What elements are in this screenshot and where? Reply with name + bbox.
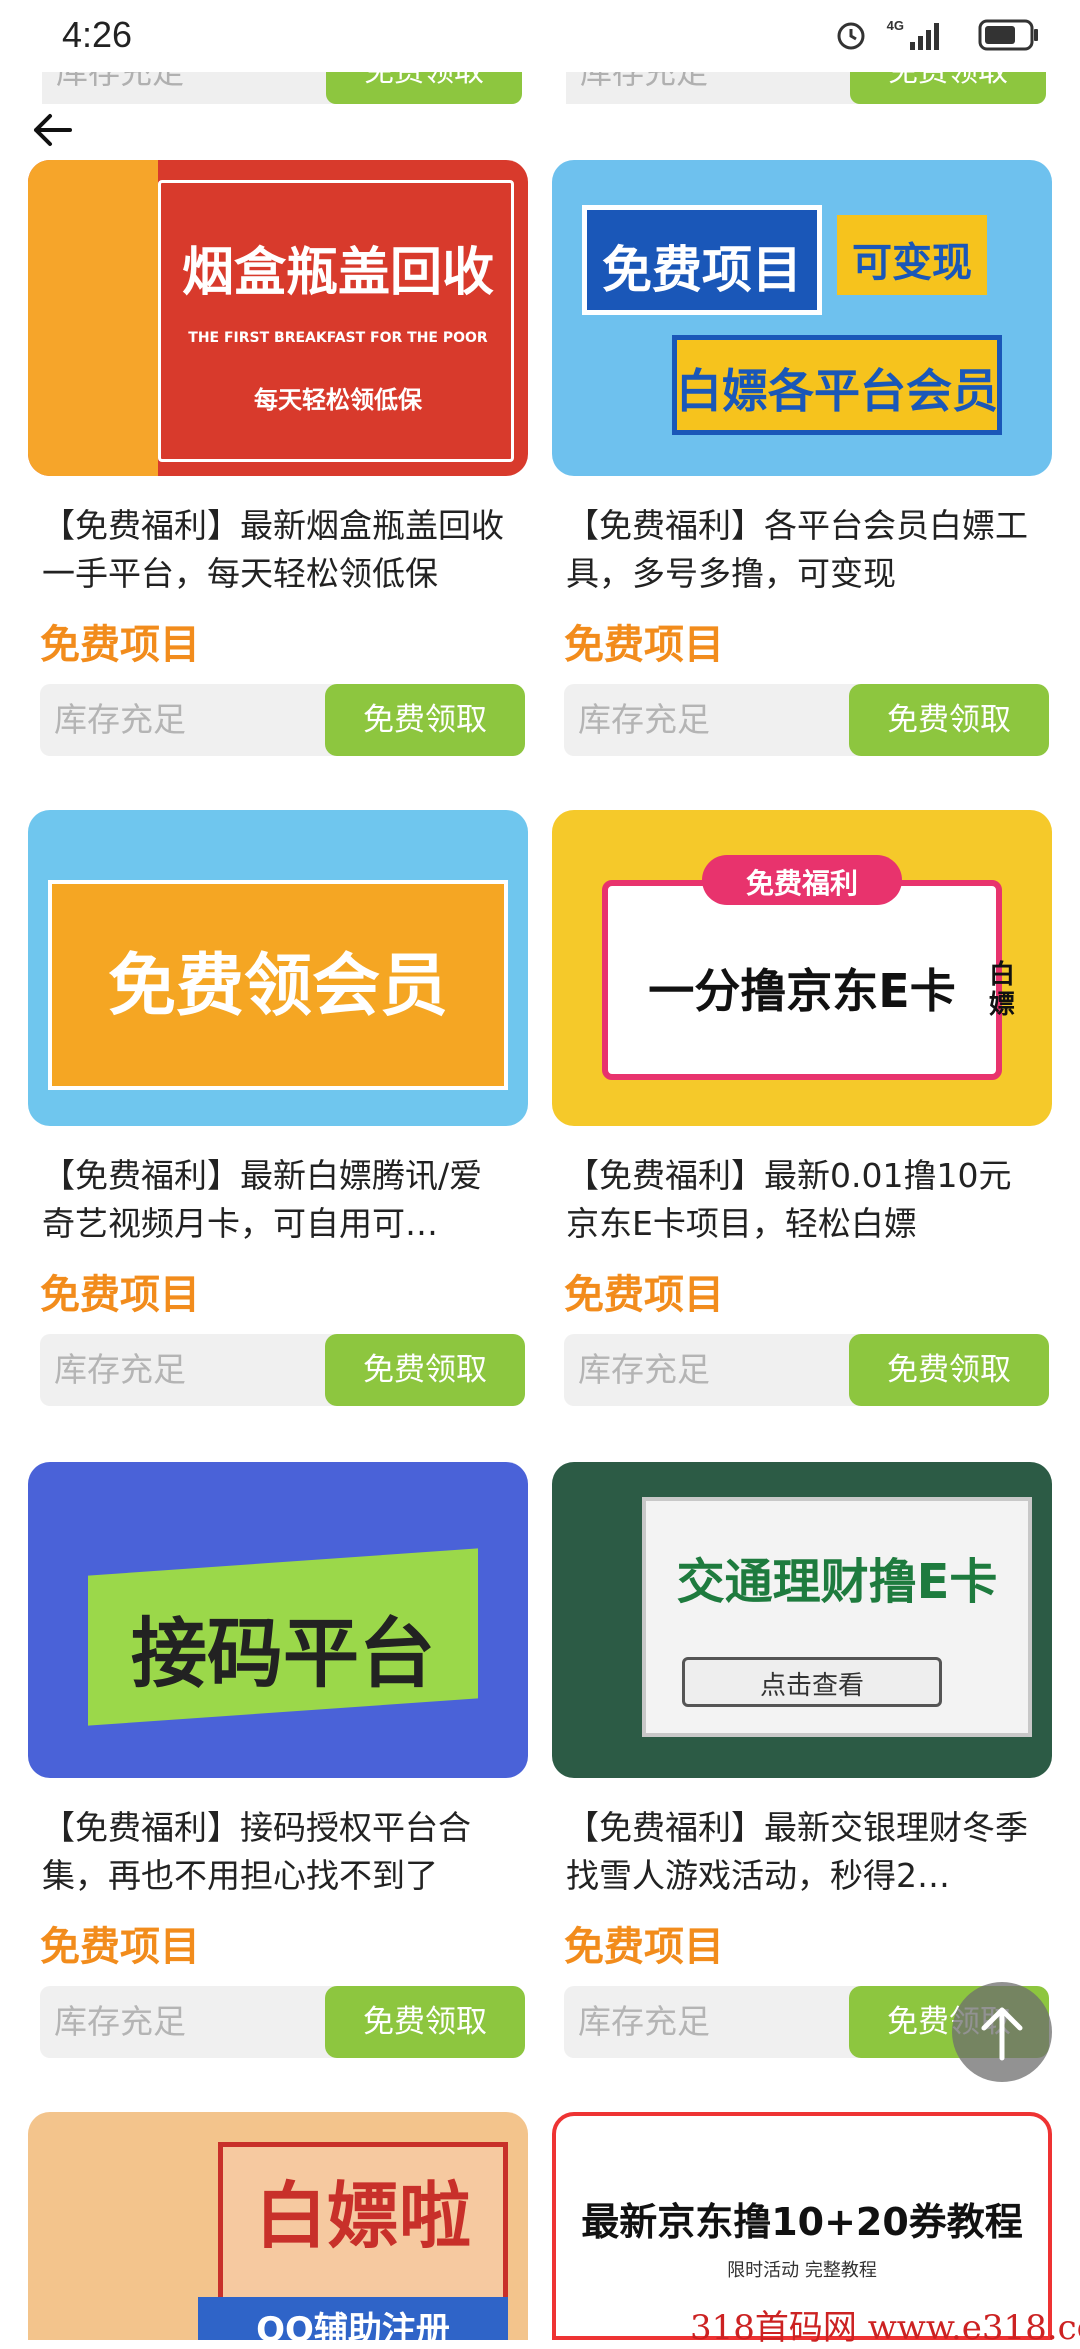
product-title: 【免费福利】最新0.01撸10元京东E卡项目，轻松白嫖: [566, 1156, 1012, 1243]
product-title: 【免费福利】接码授权平台合集，再也不用担心找不到了: [42, 1808, 471, 1895]
stock-label: 库存充足: [564, 1986, 864, 2058]
signal-icon: [910, 23, 939, 50]
thumb-main-text: 交通理财撸E卡: [676, 1554, 998, 1610]
watermark: 318首码网 www.e318.com: [690, 2308, 1080, 2348]
status-time: 4:26: [62, 14, 133, 55]
get-free-button[interactable]: 免费领取: [325, 1986, 525, 2058]
product-tag: 免费项目: [564, 1924, 724, 1970]
product-thumbnail[interactable]: 免费领会员: [28, 810, 528, 1126]
product-thumbnail[interactable]: 交通理财撸E卡 点击查看: [552, 1462, 1052, 1778]
thumb-sub2-text: 每天轻松领低保: [254, 386, 422, 414]
product-tag: 免费项目: [40, 622, 200, 668]
get-free-button[interactable]: 免费领取: [325, 684, 525, 756]
status-icons: 4G: [837, 16, 1040, 56]
stock-label: 库存充足: [564, 1334, 864, 1406]
thumb-main-text: 烟盒瓶盖回收: [181, 243, 494, 303]
product-card[interactable]: 免费项目 可变现 白嫖各平台会员 【免费福利】各平台会员白嫖工具，多号多撸，可变…: [552, 160, 1052, 756]
product-card[interactable]: 免费领会员 【免费福利】最新白嫖腾讯/爱奇艺视频月卡，可自用可… 免费项目 库存…: [28, 810, 528, 1406]
scroll-to-top-button[interactable]: [952, 1982, 1052, 2082]
thumb-main-text: 白嫖啦: [254, 2174, 471, 2258]
product-thumbnail[interactable]: 免费项目 可变现 白嫖各平台会员: [552, 160, 1052, 476]
thumb-sub-text: 点击查看: [759, 1671, 864, 1701]
product-thumbnail[interactable]: 白嫖啦 QQ辅助注册: [28, 2112, 528, 2340]
thumb-main-text: 接码平台: [131, 1609, 435, 1698]
thumb-main-text: 免费项目: [602, 241, 802, 299]
product-tag: 免费项目: [40, 1924, 200, 1970]
product-title: 【免费福利】各平台会员白嫖工具，多号多撸，可变现: [566, 506, 1028, 593]
action-bar: 库存充足 免费领取: [564, 1334, 1049, 1406]
get-free-button[interactable]: 免费领取: [325, 1334, 525, 1406]
stock-label: 库存充足: [40, 1334, 340, 1406]
product-tag: 免费项目: [564, 1272, 724, 1318]
thumb-sub-text: QQ辅助注册: [256, 2310, 450, 2340]
back-arrow-icon[interactable]: [30, 108, 74, 152]
thumb-sub-text: 限时活动 完整教程: [727, 2260, 877, 2281]
product-title: 【免费福利】最新烟盒瓶盖回收一手平台，每天轻松领低保: [42, 506, 504, 593]
action-bar: 库存充足 免费领取: [40, 1334, 525, 1406]
battery-icon: [978, 19, 1038, 51]
thumb-badge: 可变现: [852, 240, 972, 286]
product-thumbnail[interactable]: 免费福利 一分撸京东E卡 白嫖: [552, 810, 1052, 1126]
alarm-icon: [837, 22, 865, 50]
product-tag: 免费项目: [40, 1272, 200, 1318]
product-card[interactable]: 接码平台 【免费福利】接码授权平台合集，再也不用担心找不到了 免费项目 库存充足…: [28, 1462, 528, 2058]
thumb-sub-text: THE FIRST BREAKFAST FOR THE POOR: [188, 330, 488, 346]
stock-label: 库存充足: [564, 684, 864, 756]
product-card[interactable]: 交通理财撸E卡 点击查看 【免费福利】最新交银理财冬季找雪人游戏活动，秒得2… …: [552, 1462, 1052, 2058]
status-bar: 4:26 4G: [0, 0, 1080, 72]
product-thumbnail[interactable]: 烟盒瓶盖回收 THE FIRST BREAKFAST FOR THE POOR …: [28, 160, 528, 476]
arrow-up-icon: [981, 2007, 1023, 2061]
thumb-main-text: 一分撸京东E卡: [648, 964, 956, 1018]
product-thumbnail[interactable]: 接码平台: [28, 1462, 528, 1778]
action-bar: 库存充足 免费领取: [564, 684, 1049, 756]
thumb-main-text: 免费领会员: [107, 947, 448, 1026]
product-title: 【免费福利】最新白嫖腾讯/爱奇艺视频月卡，可自用可…: [42, 1156, 483, 1243]
product-card[interactable]: 烟盒瓶盖回收 THE FIRST BREAKFAST FOR THE POOR …: [28, 160, 528, 756]
get-free-button[interactable]: 免费领取: [849, 1334, 1049, 1406]
product-title: 【免费福利】最新交银理财冬季找雪人游戏活动，秒得2…: [566, 1808, 1028, 1895]
network-label: 4G: [886, 18, 904, 33]
get-free-button[interactable]: 免费领取: [849, 684, 1049, 756]
thumb-badge: 免费福利: [745, 867, 858, 900]
product-card[interactable]: 白嫖啦 QQ辅助注册: [28, 2112, 528, 2340]
thumb-sub-text: 白嫖各平台会员: [676, 364, 998, 418]
action-bar: 库存充足 免费领取: [40, 684, 525, 756]
thumb-main-text: 最新京东撸10+20券教程: [581, 2200, 1023, 2244]
product-card[interactable]: 免费福利 一分撸京东E卡 白嫖 【免费福利】最新0.01撸10元京东E卡项目，轻…: [552, 810, 1052, 1406]
product-tag: 免费项目: [564, 622, 724, 668]
thumb-side-text: 白嫖: [988, 960, 1015, 1020]
action-bar: 库存充足 免费领取: [40, 1986, 525, 2058]
stock-label: 库存充足: [40, 684, 340, 756]
stock-label: 库存充足: [40, 1986, 340, 2058]
